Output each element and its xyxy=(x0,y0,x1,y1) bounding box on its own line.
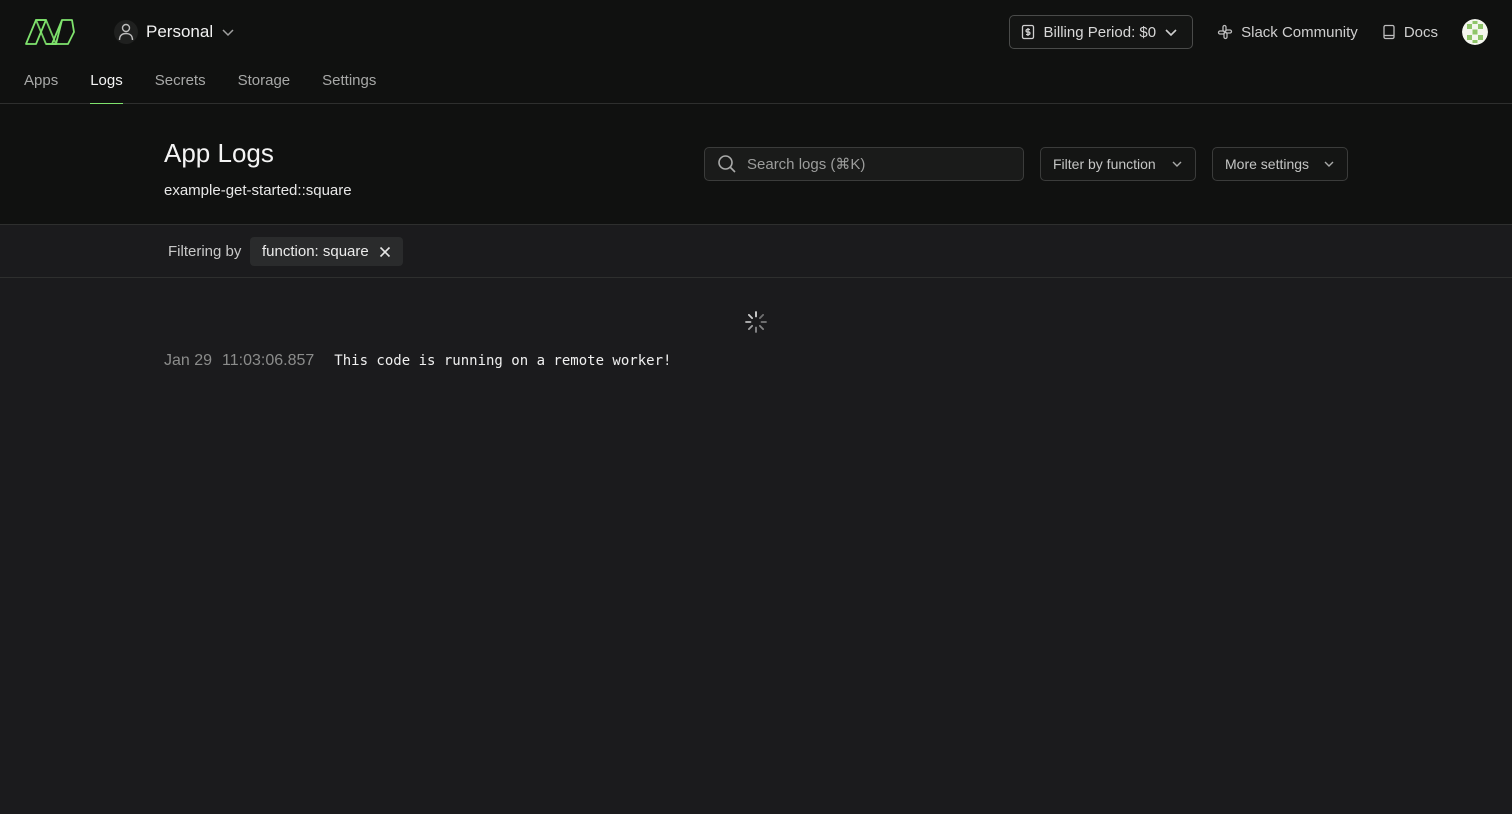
filter-chip: function: square xyxy=(250,237,403,266)
app-function-name: example-get-started::square xyxy=(164,182,352,199)
billing-period-button[interactable]: Billing Period: $0 xyxy=(1008,15,1194,49)
search-icon xyxy=(718,155,736,173)
billing-label: Billing Period: $0 xyxy=(1043,23,1157,41)
active-filters-bar: Filtering by function: square xyxy=(0,225,1512,278)
tab-apps[interactable]: Apps xyxy=(24,66,58,104)
log-entry: Jan 29 11:03:06.857 This code is running … xyxy=(164,352,671,370)
chevron-down-icon xyxy=(222,29,234,37)
slack-label: Slack Community xyxy=(1241,23,1358,41)
docs-link[interactable]: Docs xyxy=(1382,24,1438,41)
chevron-down-icon xyxy=(1324,161,1334,167)
modal-logo-icon[interactable] xyxy=(24,16,76,48)
tab-secrets[interactable]: Secrets xyxy=(155,66,206,104)
workspace-name: Personal xyxy=(146,22,214,41)
tab-settings[interactable]: Settings xyxy=(322,66,376,104)
log-timestamp: Jan 29 11:03:06.857 xyxy=(164,352,314,370)
slack-community-link[interactable]: Slack Community xyxy=(1217,24,1358,41)
docs-label: Docs xyxy=(1403,23,1438,41)
main-tabs: Apps Logs Secrets Storage Settings xyxy=(24,66,376,104)
search-input[interactable] xyxy=(747,155,997,173)
avatar[interactable] xyxy=(1462,19,1488,45)
tab-storage[interactable]: Storage xyxy=(238,66,291,104)
dollar-receipt-icon xyxy=(1021,24,1034,40)
more-settings-dropdown[interactable]: More settings xyxy=(1212,147,1348,181)
filter-by-function-dropdown[interactable]: Filter by function xyxy=(1040,147,1196,181)
tab-logs[interactable]: Logs xyxy=(90,66,123,104)
top-navigation: Personal Billing Period: $0 Slack Commun… xyxy=(0,0,1512,104)
top-right-nav: Billing Period: $0 Slack Community Docs xyxy=(1008,15,1488,49)
page-header: App Logs example-get-started::square Fil… xyxy=(0,104,1512,225)
workspace-selector[interactable]: Personal xyxy=(114,18,235,46)
user-icon xyxy=(114,20,138,44)
page-title: App Logs xyxy=(164,138,274,168)
book-icon xyxy=(1383,24,1395,40)
filtering-by-label: Filtering by xyxy=(168,243,242,260)
filter-function-label: Filter by function xyxy=(1053,156,1156,172)
chevron-down-icon xyxy=(1165,29,1177,37)
search-logs-field[interactable] xyxy=(704,147,1024,181)
log-time: 11:03:06.857 xyxy=(222,352,315,369)
chevron-down-icon xyxy=(1172,161,1182,167)
more-settings-label: More settings xyxy=(1225,156,1310,172)
spinner-icon xyxy=(745,311,767,333)
close-icon[interactable] xyxy=(379,246,391,258)
slack-icon xyxy=(1217,24,1233,40)
filter-chip-label: function: square xyxy=(262,243,369,260)
log-message: This code is running on a remote worker! xyxy=(334,353,672,369)
log-date: Jan 29 xyxy=(164,352,213,369)
